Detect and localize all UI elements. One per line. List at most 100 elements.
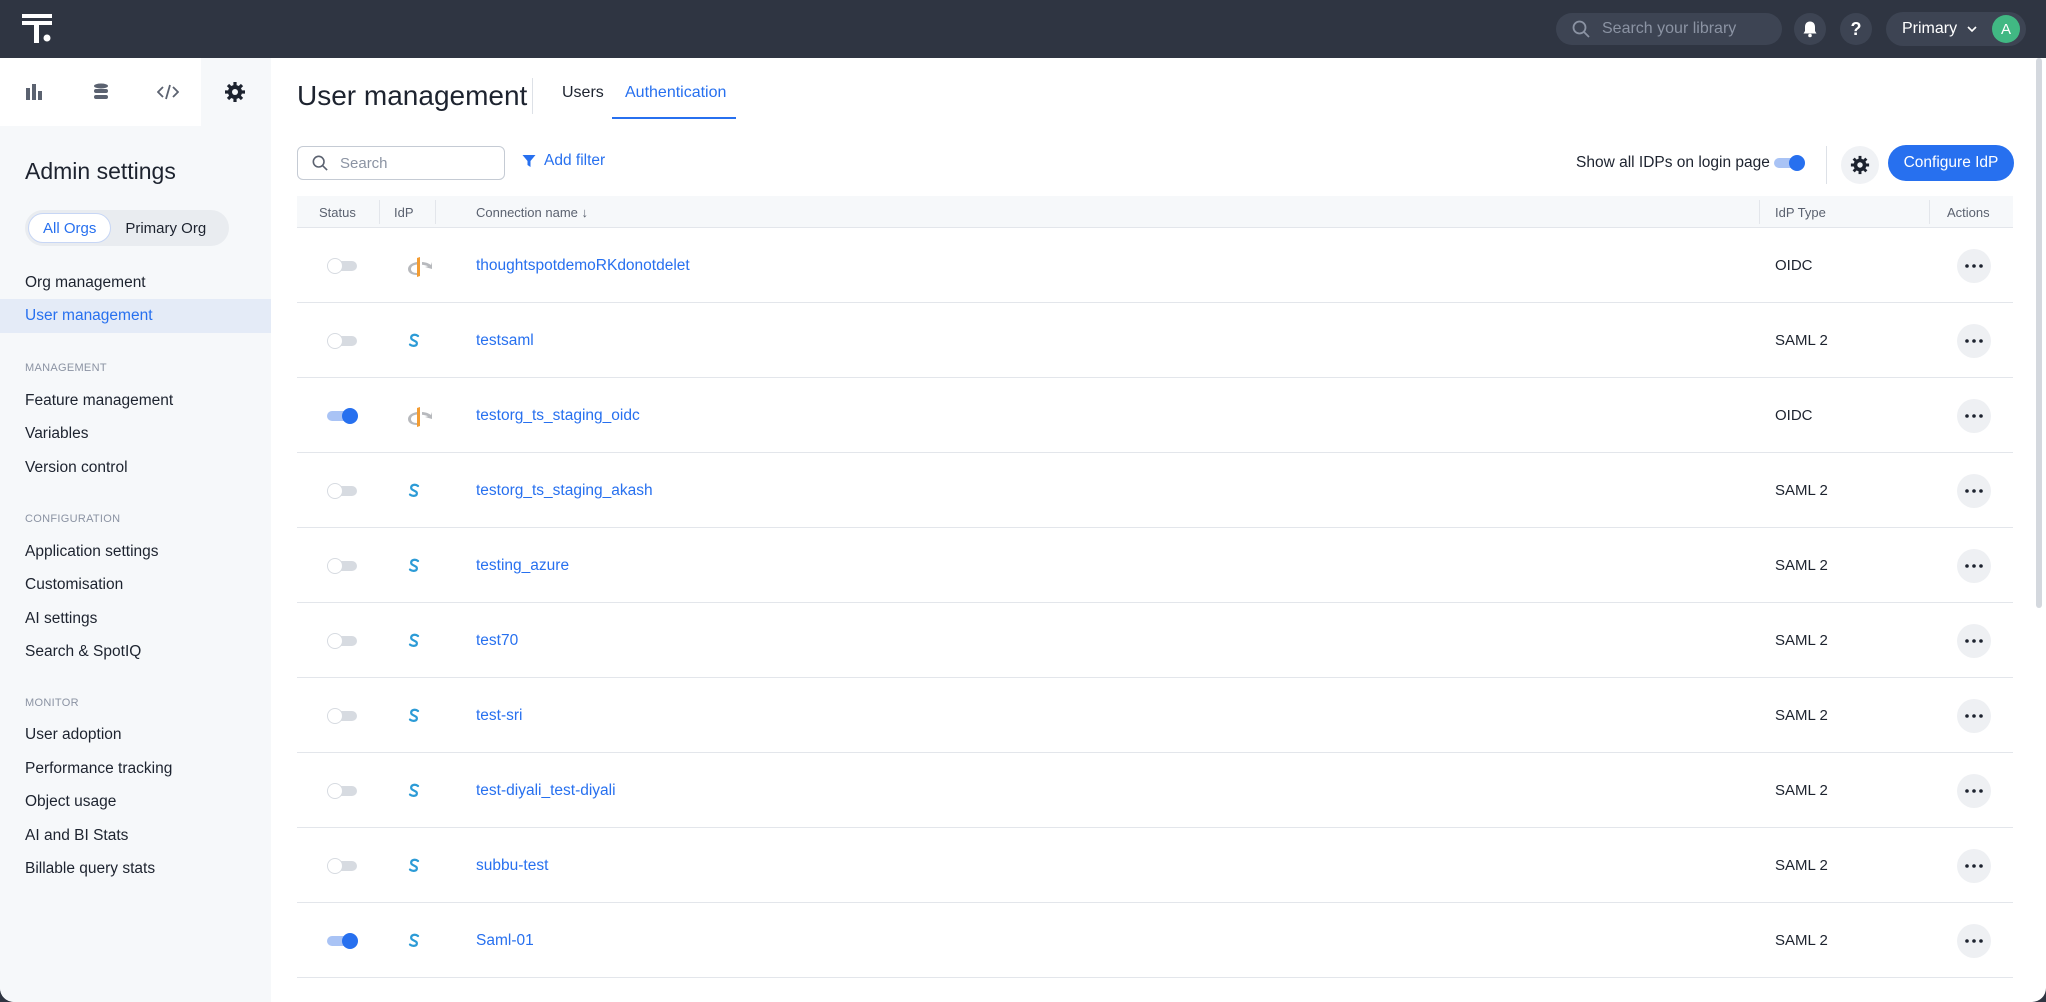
tab-authentication[interactable]: Authentication: [625, 84, 726, 102]
page-scrollbar[interactable]: [2036, 58, 2042, 608]
status-toggle[interactable]: [327, 482, 359, 499]
sidebar-item-version-control[interactable]: Version control: [0, 451, 271, 485]
column-header-status[interactable]: Status: [319, 196, 356, 228]
org-scope-primary[interactable]: Primary Org: [111, 213, 220, 243]
connection-name-link[interactable]: testorg_ts_staging_oidc: [476, 378, 640, 453]
gear-icon: [1850, 155, 1870, 175]
status-toggle[interactable]: [327, 632, 359, 649]
add-filter-button[interactable]: Add filter: [522, 152, 605, 170]
saml-icon: [408, 483, 420, 497]
column-header-connection-name[interactable]: Connection name ↓: [476, 196, 588, 228]
status-toggle[interactable]: [327, 782, 359, 799]
thoughtspot-logo[interactable]: [22, 14, 54, 44]
connection-name-link[interactable]: subbu-test: [476, 828, 548, 903]
table-row[interactable]: testorg_ts_staging_oidc OIDC: [297, 378, 2013, 453]
more-actions-button[interactable]: [1957, 473, 1991, 508]
table-row[interactable]: testsaml SAML 2: [297, 303, 2013, 378]
sidebar-item-application-settings[interactable]: Application settings: [0, 535, 271, 569]
status-cell: [327, 453, 359, 528]
sidebar-item-object-usage[interactable]: Object usage: [0, 785, 271, 819]
table-row[interactable]: testing_azure SAML 2: [297, 528, 2013, 603]
more-actions-button[interactable]: [1957, 923, 1991, 958]
help-button[interactable]: ?: [1840, 13, 1872, 45]
sidebar-section-monitor: MONITOR: [25, 697, 79, 709]
show-idps-toggle[interactable]: [1774, 155, 1806, 171]
help-icon: ?: [1850, 18, 1862, 39]
status-toggle[interactable]: [327, 557, 359, 574]
sidebar-item-user-management[interactable]: User management: [0, 299, 271, 333]
org-scope-all[interactable]: All Orgs: [28, 213, 112, 243]
sidebar-item-performance-tracking[interactable]: Performance tracking: [0, 752, 271, 786]
idp-type-value: SAML 2: [1775, 857, 1828, 874]
column-separator: [379, 200, 380, 224]
sidebar-item-variables[interactable]: Variables: [0, 417, 271, 451]
table-row[interactable]: testorg_ts_staging_akash SAML 2: [297, 453, 2013, 528]
code-icon: [156, 84, 179, 100]
connection-name-link[interactable]: test70: [476, 603, 518, 678]
idp-type-value: SAML 2: [1775, 332, 1828, 349]
add-filter-label: Add filter: [544, 152, 606, 169]
more-horizontal-icon: [1965, 638, 1983, 643]
sidebar-item-org-management[interactable]: Org management: [0, 266, 271, 300]
org-switcher[interactable]: Primary A: [1886, 12, 2026, 46]
table-row[interactable]: subbu-test SAML 2: [297, 828, 2013, 903]
tab-admin[interactable]: [201, 58, 268, 126]
status-toggle[interactable]: [327, 257, 359, 274]
more-actions-button[interactable]: [1957, 848, 1991, 883]
status-toggle[interactable]: [327, 332, 359, 349]
actions-cell: [1957, 603, 1991, 678]
column-header-idp[interactable]: IdP: [394, 196, 414, 228]
oidc-icon: [408, 406, 432, 427]
more-actions-button[interactable]: [1957, 548, 1991, 583]
status-cell: [327, 753, 359, 828]
more-actions-button[interactable]: [1957, 248, 1991, 283]
table-row[interactable]: test-sri SAML 2: [297, 678, 2013, 753]
connection-name-link[interactable]: thoughtspotdemoRKdonotdelet: [476, 228, 690, 303]
sidebar-item-customisation[interactable]: Customisation: [0, 568, 271, 602]
tab-analytics[interactable]: [0, 58, 67, 126]
connection-name-link[interactable]: test-diyali_test-diyali: [476, 753, 616, 828]
table-row[interactable]: test70 SAML 2: [297, 603, 2013, 678]
avatar[interactable]: A: [1992, 15, 2020, 43]
status-toggle[interactable]: [327, 857, 359, 874]
connection-name-link[interactable]: testing_azure: [476, 528, 569, 603]
tab-data[interactable]: [67, 58, 134, 126]
library-search-input[interactable]: Search your library: [1556, 13, 1782, 45]
sidebar-item-ai-bi-stats[interactable]: AI and BI Stats: [0, 819, 271, 853]
status-cell: [327, 678, 359, 753]
tab-users[interactable]: Users: [562, 84, 604, 102]
column-header-idp-type[interactable]: IdP Type: [1775, 196, 1826, 228]
more-actions-button[interactable]: [1957, 698, 1991, 733]
search-icon: [312, 155, 328, 171]
more-actions-button[interactable]: [1957, 398, 1991, 433]
actions-cell: [1957, 303, 1991, 378]
tab-develop[interactable]: [134, 58, 201, 126]
search-icon: [1572, 20, 1590, 38]
status-toggle[interactable]: [327, 932, 359, 949]
more-actions-button[interactable]: [1957, 623, 1991, 658]
status-toggle[interactable]: [327, 407, 359, 424]
connection-name-link[interactable]: Saml-01: [476, 903, 534, 978]
connection-name-link[interactable]: testsaml: [476, 303, 534, 378]
connection-name-link[interactable]: test-sri: [476, 678, 523, 753]
sidebar-item-user-adoption[interactable]: User adoption: [0, 718, 271, 752]
auth-settings-button[interactable]: [1841, 146, 1879, 184]
table-row[interactable]: thoughtspotdemoRKdonotdelet OIDC: [297, 228, 2013, 303]
saml-icon: [408, 708, 420, 722]
sidebar-item-search-spotiq[interactable]: Search & SpotIQ: [0, 635, 271, 669]
connection-name-link[interactable]: testorg_ts_staging_akash: [476, 453, 653, 528]
more-actions-button[interactable]: [1957, 773, 1991, 808]
sidebar-item-ai-settings[interactable]: AI settings: [0, 602, 271, 636]
idp-cell: [407, 228, 433, 303]
configure-idp-button[interactable]: Configure IdP: [1888, 145, 2014, 181]
saml-icon: [408, 333, 420, 347]
sidebar-item-feature-management[interactable]: Feature management: [0, 384, 271, 418]
notifications-button[interactable]: [1794, 13, 1826, 45]
status-toggle[interactable]: [327, 707, 359, 724]
sidebar-app-tabs: [0, 58, 271, 126]
connection-search-input[interactable]: Search: [297, 146, 505, 180]
table-row[interactable]: test-diyali_test-diyali SAML 2: [297, 753, 2013, 828]
table-row[interactable]: Saml-01 SAML 2: [297, 903, 2013, 978]
sidebar-item-billable-query-stats[interactable]: Billable query stats: [0, 852, 271, 886]
more-actions-button[interactable]: [1957, 323, 1991, 358]
